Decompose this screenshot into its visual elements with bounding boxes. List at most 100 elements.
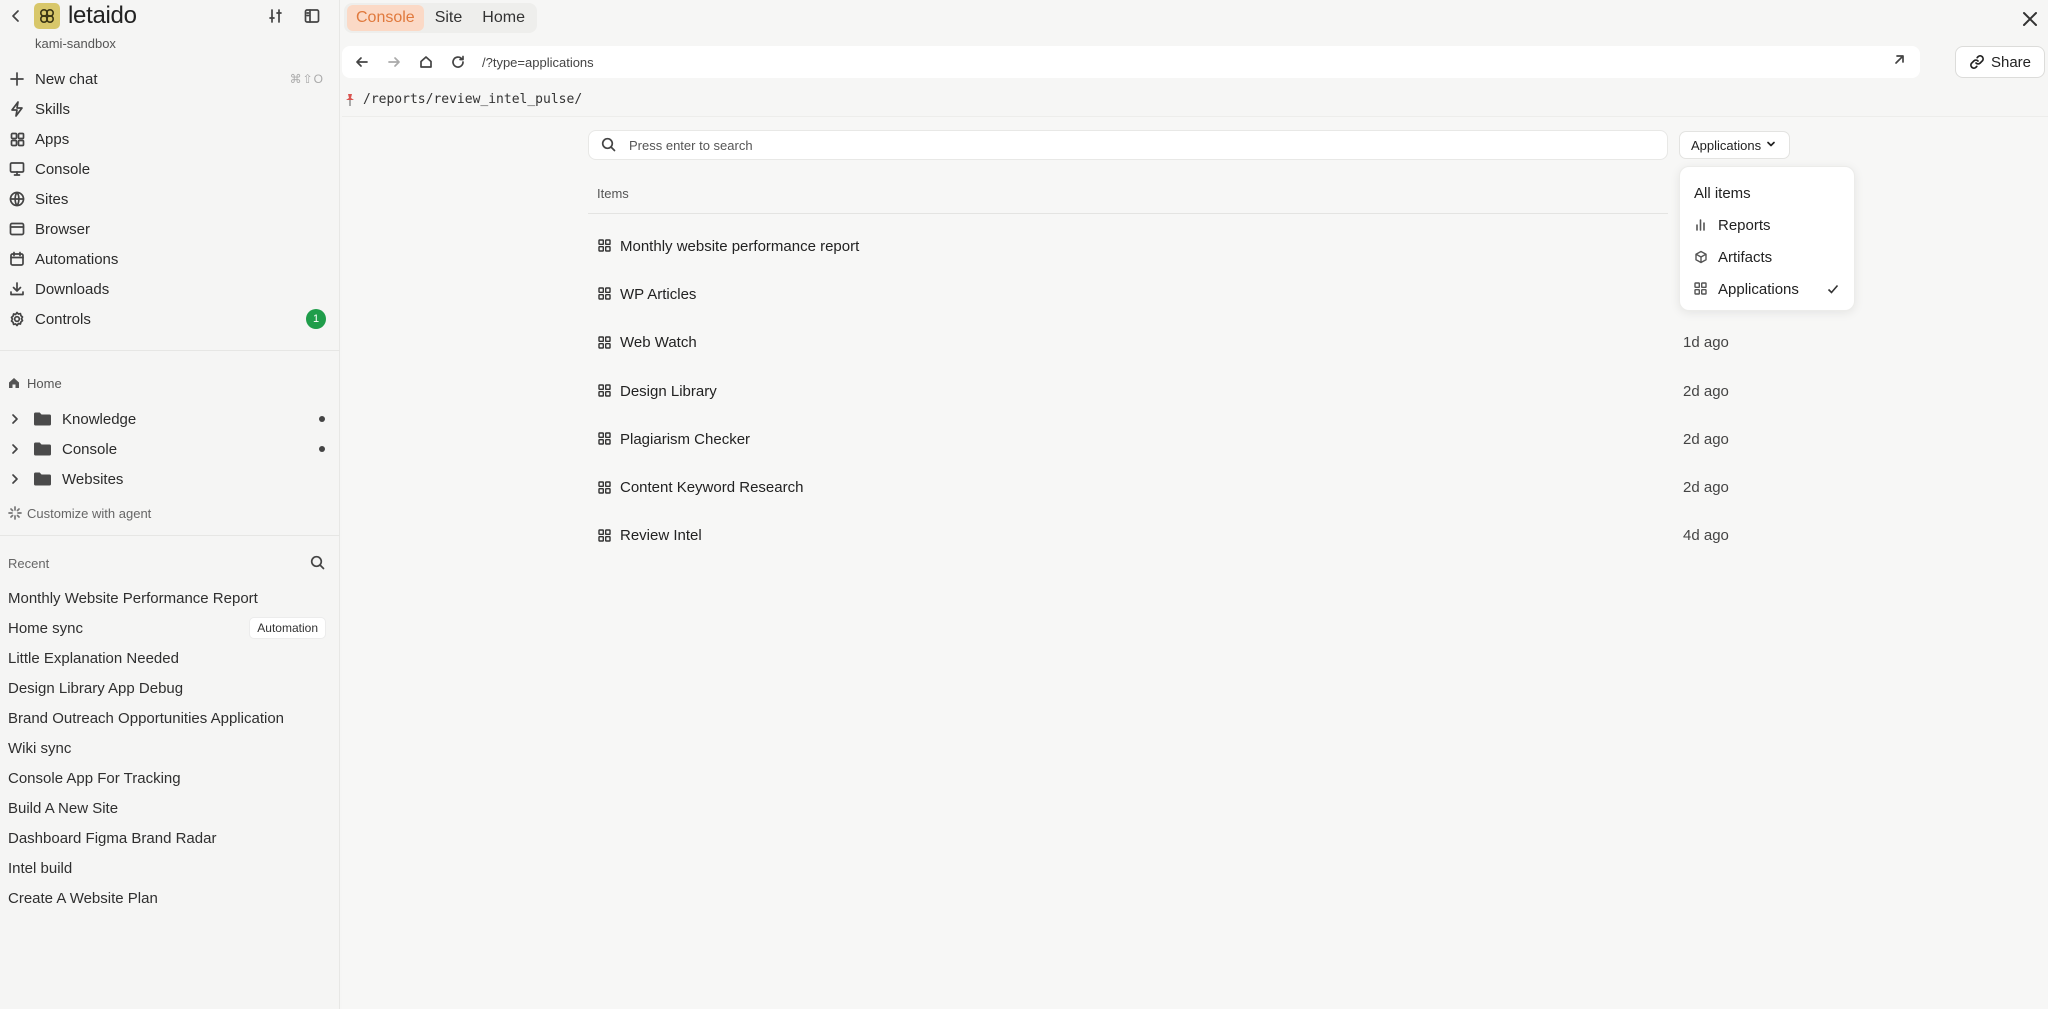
item-time: 4d ago [1683,527,1729,545]
shortcut-hint: ⌘⇧O [289,72,324,86]
option-artifacts[interactable]: Artifacts [1680,241,1854,273]
option-label: Applications [1718,280,1799,298]
nav-skills[interactable]: Skills [0,94,340,124]
external-link-icon[interactable] [1892,53,1910,71]
recent-item[interactable]: Create A Website Plan [0,883,340,913]
url-text[interactable]: /?type=applications [482,55,594,70]
grid-icon [1694,282,1708,296]
cube-icon [1694,250,1708,264]
option-all-items[interactable]: All items [1680,177,1854,209]
logo [34,3,60,29]
recent-label: Console App For Tracking [8,769,181,787]
nav-label: Sites [35,190,69,208]
table-row[interactable]: Review Intel 4d ago [588,512,1738,560]
nav-label: Console [35,160,91,178]
search-input[interactable] [629,137,1529,153]
recent-item[interactable]: Home sync Automation [0,613,340,643]
filter-label: Applications [1691,137,1762,153]
brand: letaido [8,2,137,29]
item-name: Plagiarism Checker [620,430,751,448]
table-row[interactable]: Design Library 2d ago [588,367,1738,415]
table-row[interactable]: WP Articles [588,270,1738,318]
chevron-right-icon [10,413,22,425]
tab-console[interactable]: Console [347,5,424,31]
grid-icon [598,287,612,301]
items-list: Monthly website performance report WP Ar… [588,222,1738,560]
recent-label: Dashboard Figma Brand Radar [8,829,217,847]
tree-label: Console [62,440,118,458]
path-text: /reports/review_intel_pulse/ [363,92,583,107]
tree-label: Websites [62,470,124,488]
recent-item[interactable]: Intel build [0,853,340,883]
recent-item[interactable]: Build A New Site [0,793,340,823]
type-filter-dropdown: All items Reports Artifacts Applications [1679,166,1855,311]
home-icon [8,377,22,391]
search-box [588,130,1668,160]
nav-console[interactable]: Console [0,154,340,184]
home-text: Home [27,376,62,391]
brand-name: letaido [68,2,137,29]
arrow-left-icon[interactable] [352,52,372,72]
tab-home[interactable]: Home [473,5,534,31]
recent-item[interactable]: Monthly Website Performance Report [0,583,340,613]
status-dot [319,446,325,452]
home-label[interactable]: Home [8,376,62,391]
grid-icon [598,529,612,543]
grid-icon [598,480,612,495]
share-button[interactable]: Share [1955,46,2045,78]
search-icon[interactable] [310,555,326,571]
nav-label: Controls [35,310,91,328]
table-row[interactable]: Web Watch 1d ago [588,319,1738,367]
recent-item[interactable]: Wiki sync [0,733,340,763]
nav-automations[interactable]: Automations [0,244,340,274]
nav-controls[interactable]: Controls 1 [0,304,340,334]
option-label: All items [1694,184,1751,202]
tree-item-websites[interactable]: Websites [0,464,340,494]
close-icon[interactable] [2017,6,2043,32]
tab-site[interactable]: Site [426,5,472,31]
nav-apps[interactable]: Apps [0,124,340,154]
sliders-icon[interactable] [266,6,286,26]
reload-icon[interactable] [448,52,468,72]
sidebar-divider [0,350,340,351]
recent-title: Recent [8,555,50,571]
table-row[interactable]: Monthly website performance report [588,222,1738,270]
nav-downloads[interactable]: Downloads [0,274,340,304]
recent-item[interactable]: Brand Outreach Opportunities Application [0,703,340,733]
tree-item-console[interactable]: Console [0,434,340,464]
type-filter-button[interactable]: Applications [1679,131,1791,159]
arrow-right-icon[interactable] [384,52,404,72]
option-applications[interactable]: Applications [1680,273,1854,305]
item-time: 2d ago [1683,430,1729,448]
nav-new-chat[interactable]: New chat ⌘⇧O [0,64,340,94]
recent-label: Build A New Site [8,799,119,817]
sidebar-divider [0,535,340,536]
table-row[interactable]: Plagiarism Checker 2d ago [588,415,1738,463]
recent-item[interactable]: Little Explanation Needed [0,643,340,673]
nav-label: New chat [35,70,98,88]
status-dot [319,416,325,422]
option-label: Reports [1718,216,1771,234]
recent-label: Design Library App Debug [8,679,184,697]
recent-label: Monthly Website Performance Report [8,589,258,607]
recent-item[interactable]: Design Library App Debug [0,673,340,703]
recent-item[interactable]: Console App For Tracking [0,763,340,793]
recent-item[interactable]: Dashboard Figma Brand Radar [0,823,340,853]
sidebar-toggle-icon[interactable] [302,6,322,26]
chevron-left-icon[interactable] [8,4,24,28]
recent-list: Monthly Website Performance Report Home … [0,583,340,913]
customize-with-agent[interactable]: Customize with agent [8,506,151,521]
home-icon[interactable] [416,52,436,72]
nav-sites[interactable]: Sites [0,184,340,214]
calendar-icon [8,250,26,268]
option-label: Artifacts [1718,248,1773,266]
option-reports[interactable]: Reports [1680,209,1854,241]
folder-icon [34,472,52,486]
table-row[interactable]: Content Keyword Research 2d ago [588,463,1738,511]
tree-label: Knowledge [62,410,137,428]
recent-label: Wiki sync [8,739,72,757]
grid-icon [598,239,612,253]
grid-icon [8,130,26,148]
tree-item-knowledge[interactable]: Knowledge [0,404,340,434]
nav-browser[interactable]: Browser [0,214,340,244]
